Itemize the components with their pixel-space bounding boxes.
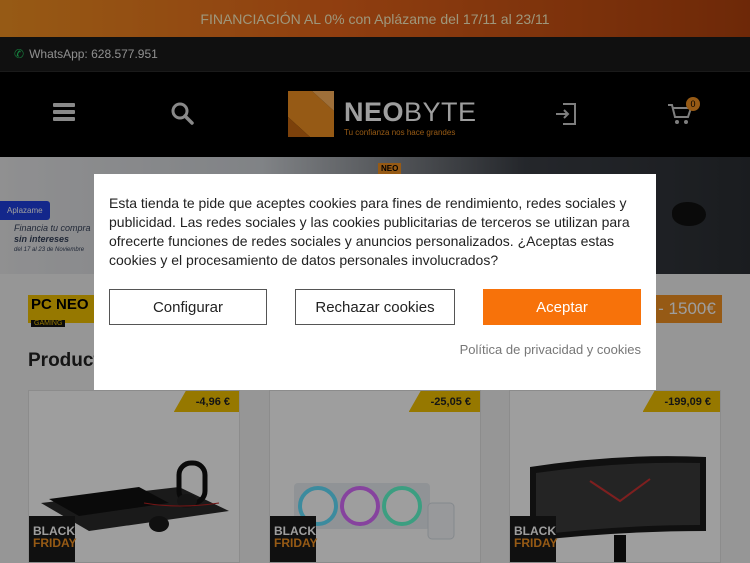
reject-cookies-button[interactable]: Rechazar cookies [295,289,455,325]
cookie-message: Esta tienda te pide que aceptes cookies … [109,195,630,268]
accept-button[interactable]: Aceptar [483,289,641,325]
cookie-consent-dialog: Esta tienda te pide que aceptes cookies … [94,174,656,390]
configure-button[interactable]: Configurar [109,289,267,325]
privacy-policy-link[interactable]: Política de privacidad y cookies [460,342,641,357]
